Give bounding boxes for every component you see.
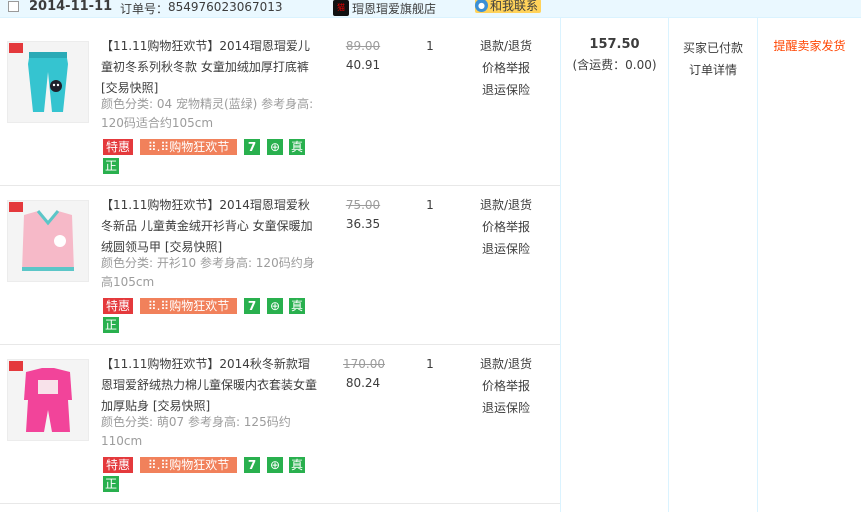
paid-price: 36.35 [345, 217, 381, 231]
order-total-amount: 157.50 [589, 37, 640, 52]
refund-link[interactable]: 退款/退货 [474, 194, 538, 216]
original-price: 170.00 [343, 357, 385, 371]
order-item-row: 【11.11购物狂欢节】2014秋冬新款瑁恩瑁爱舒绒热力棉儿童保暖内衣套装女童加… [0, 345, 560, 503]
original-price: 89.00 [345, 39, 381, 53]
order-status: 买家已付款 订单详情 [669, 37, 757, 81]
seven-day-return-icon: 7 [244, 298, 260, 314]
row-divider [0, 503, 560, 504]
guarantee-icon: ⊕ [267, 139, 283, 155]
shop-name-link[interactable]: 瑁恩瑁爱旗舰店 [352, 0, 436, 17]
price-report-link[interactable]: 价格举报 [474, 216, 538, 238]
order-date: 2014-11-11 [29, 0, 113, 14]
underwear-set-product-icon [8, 360, 88, 440]
festival-tag: ⠿.⠿购物狂欢节 [140, 139, 237, 155]
order-details-link[interactable]: 订单详情 [669, 59, 757, 81]
price-report-link[interactable]: 价格举报 [474, 57, 538, 79]
price-report-link[interactable]: 价格举报 [474, 375, 538, 397]
service-links: 退款/退货 价格举报 退运保险 [474, 194, 538, 260]
product-title-link[interactable]: 【11.11购物狂欢节】2014瑁恩瑁爱秋冬新品 儿童黄金绒开衫背心 女童保暖加… [101, 195, 321, 258]
shipping-fee-note: (含运费：0.00) [572, 58, 657, 72]
product-image[interactable] [7, 41, 89, 123]
festival-tag: ⠿.⠿购物狂欢节 [140, 457, 237, 473]
order-select-checkbox[interactable] [8, 1, 19, 12]
column-divider [560, 18, 561, 512]
genuine-icon: 正 [103, 476, 119, 492]
original-price: 75.00 [345, 198, 381, 212]
paid-price: 40.91 [345, 58, 381, 72]
authentic-icon: 真 [289, 457, 305, 473]
contact-seller-label: 和我联系 [490, 0, 539, 13]
payment-status: 买家已付款 [682, 41, 743, 55]
tmall-shop-icon: 猫 [333, 0, 349, 16]
chat-bubble-icon: ● [475, 0, 488, 12]
guarantee-icon: ⊕ [267, 457, 283, 473]
quantity: 1 [426, 198, 434, 212]
order-header: 2014-11-11 订单号： 854976023067013 猫 瑁恩瑁爱旗舰… [0, 0, 861, 18]
quantity: 1 [426, 39, 434, 53]
quantity: 1 [426, 357, 434, 371]
genuine-icon: 正 [103, 317, 119, 333]
paid-price: 80.24 [345, 376, 381, 390]
product-title-link[interactable]: 【11.11购物狂欢节】2014秋冬新款瑁恩瑁爱舒绒热力棉儿童保暖内衣套装女童加… [101, 354, 321, 417]
festival-tag: ⠿.⠿购物狂欢节 [140, 298, 237, 314]
product-attributes: 颜色分类: 萌07 参考身高: 125码约110cm [101, 415, 291, 448]
sale-tag: 特惠 [103, 457, 133, 473]
service-links: 退款/退货 价格举报 退运保险 [474, 35, 538, 101]
genuine-icon: 正 [103, 158, 119, 174]
seven-day-return-icon: 7 [244, 139, 260, 155]
product-attributes: 颜色分类: 04 宠物精灵(蓝绿) 参考身高: 120码适合约105cm [101, 97, 314, 130]
authentic-icon: 真 [289, 139, 305, 155]
shipping-insurance-link[interactable]: 退运保险 [474, 238, 538, 260]
seven-day-return-icon: 7 [244, 457, 260, 473]
order-number-label: 订单号： [120, 2, 169, 16]
sale-tag: 特惠 [103, 298, 133, 314]
column-divider [668, 18, 669, 512]
product-title-link[interactable]: 【11.11购物狂欢节】2014瑁恩瑁爱儿童初冬系列秋冬款 女童加绒加厚打底裤 … [101, 36, 321, 99]
authentic-icon: 真 [289, 298, 305, 314]
shipping-insurance-link[interactable]: 退运保险 [474, 397, 538, 419]
refund-link[interactable]: 退款/退货 [474, 35, 538, 57]
order-number: 854976023067013 [168, 0, 283, 14]
refund-link[interactable]: 退款/退货 [474, 353, 538, 375]
guarantee-icon: ⊕ [267, 298, 283, 314]
order-item-row: 【11.11购物狂欢节】2014瑁恩瑁爱秋冬新品 儿童黄金绒开衫背心 女童保暖加… [0, 186, 560, 344]
product-attributes: 颜色分类: 开衫10 参考身高: 120码约身高105cm [101, 256, 315, 289]
service-links: 退款/退货 价格举报 退运保险 [474, 353, 538, 419]
product-image[interactable] [7, 359, 89, 441]
column-divider [757, 18, 758, 512]
vest-product-icon [8, 201, 88, 281]
product-image[interactable] [7, 200, 89, 282]
contact-seller-button[interactable]: ● 和我联系 [475, 0, 542, 13]
pants-product-icon [8, 42, 88, 122]
remind-seller-ship-button[interactable]: 提醒卖家发货 [758, 37, 861, 54]
shipping-insurance-link[interactable]: 退运保险 [474, 79, 538, 101]
sale-tag: 特惠 [103, 139, 133, 155]
order-item-row: 【11.11购物狂欢节】2014瑁恩瑁爱儿童初冬系列秋冬款 女童加绒加厚打底裤 … [0, 27, 560, 185]
